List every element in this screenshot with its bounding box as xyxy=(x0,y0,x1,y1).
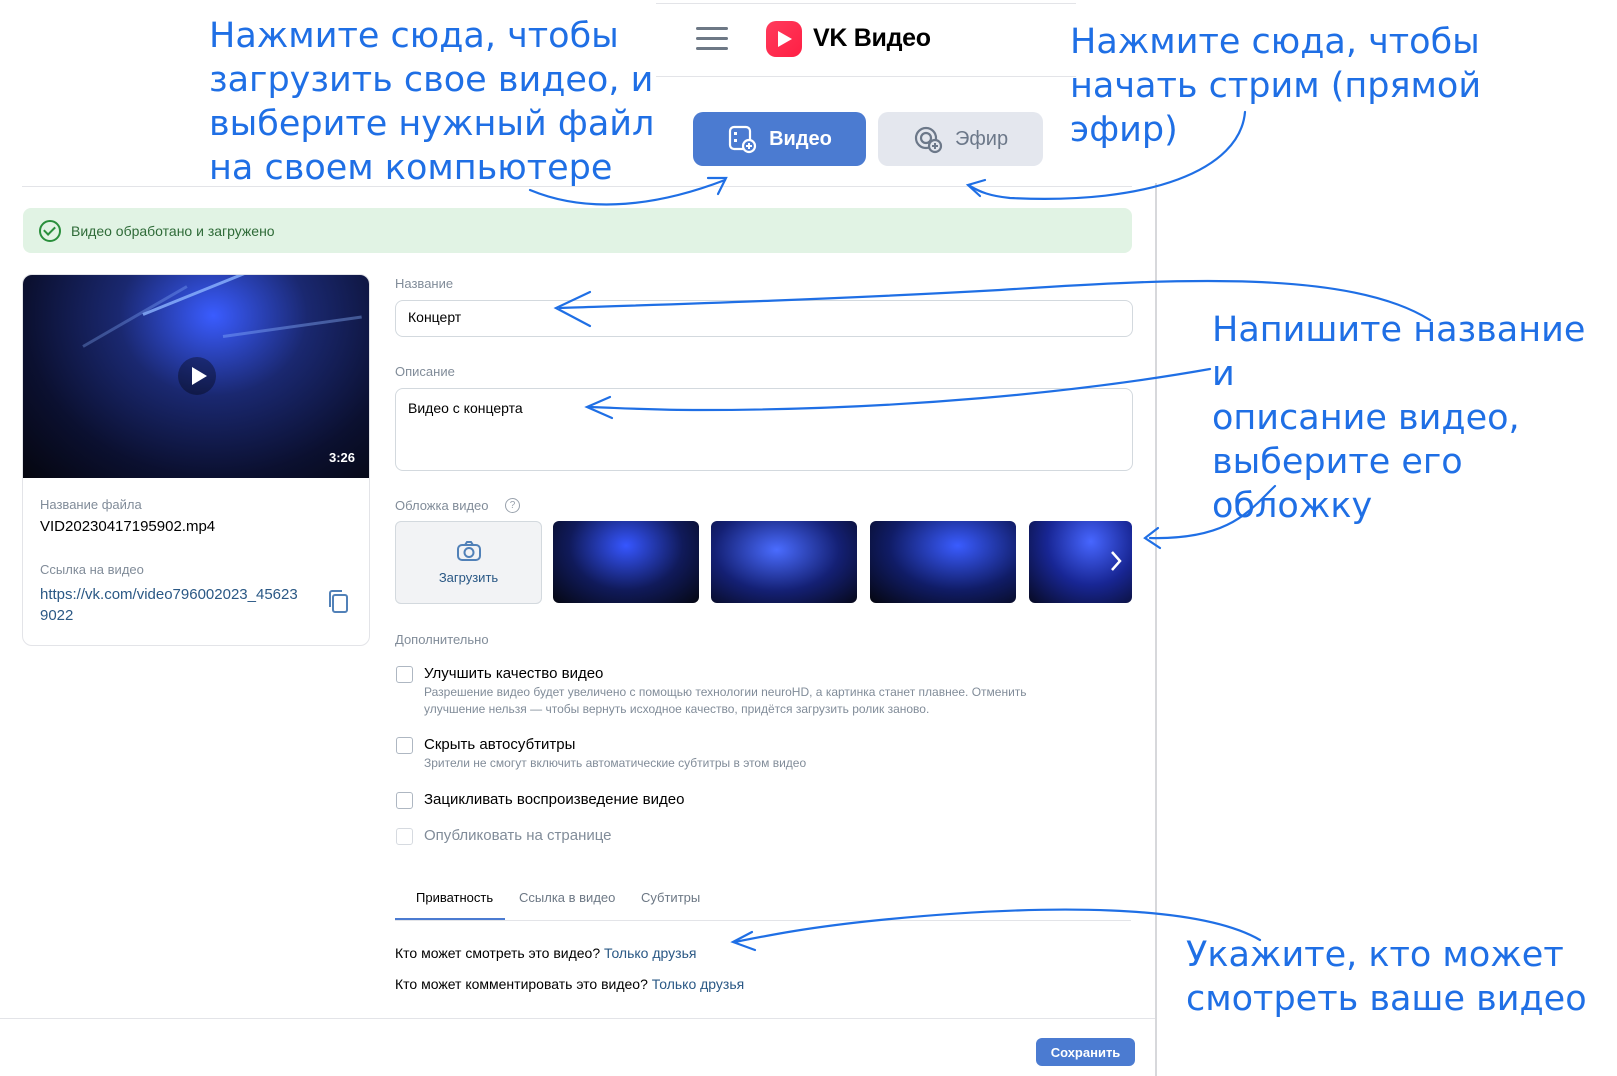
annotation-arrows xyxy=(528,110,1432,952)
